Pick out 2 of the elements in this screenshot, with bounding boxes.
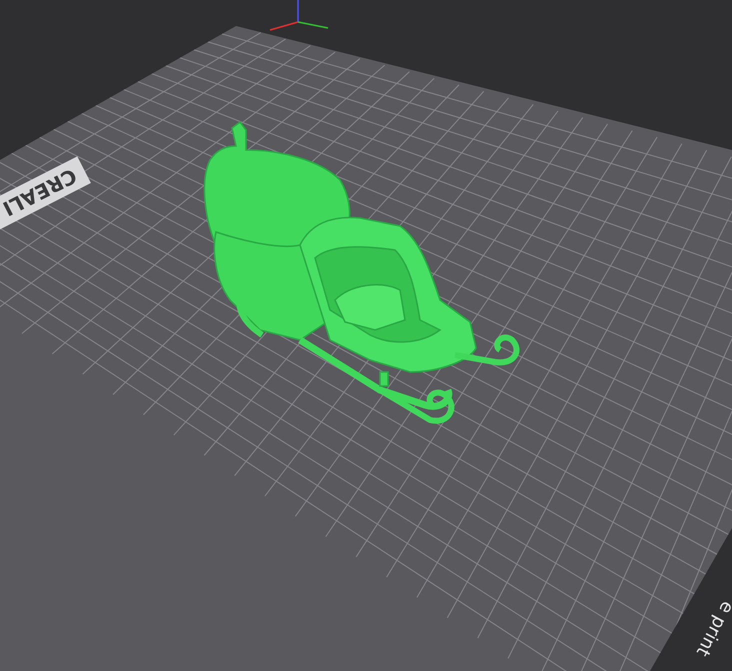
axis-gizmo-icon <box>270 0 328 31</box>
plate-edge-text: e print <box>692 598 732 660</box>
